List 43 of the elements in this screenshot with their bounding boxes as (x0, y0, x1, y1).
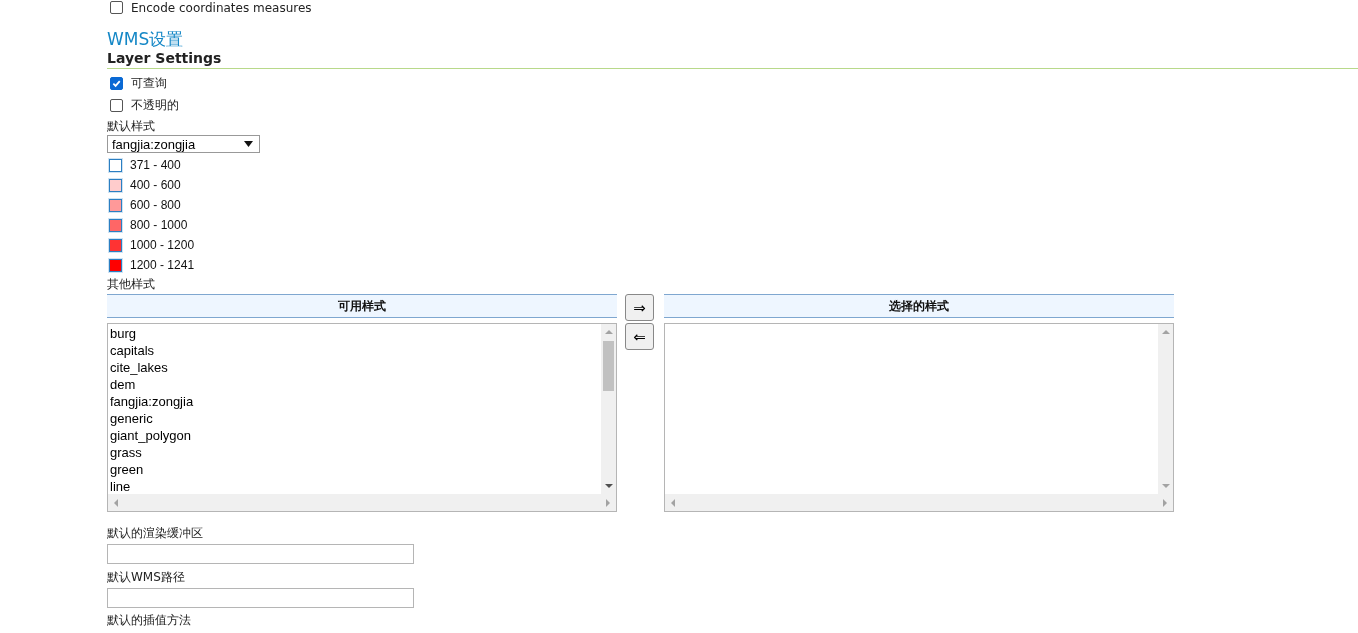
field-label: 默认的插值方法 (107, 612, 192, 628)
field-label: 默认样式 (107, 118, 156, 134)
list-item[interactable]: capitals (110, 342, 599, 359)
field-label: 默认的渲染缓冲区 (107, 525, 204, 542)
input-field[interactable] (107, 544, 414, 564)
list-item[interactable]: dem (110, 376, 599, 393)
list-item[interactable]: grass (110, 444, 599, 461)
list-item[interactable]: line (110, 478, 599, 494)
list-item[interactable]: fangjia:zongjia (110, 393, 599, 410)
style-listbox[interactable] (664, 323, 1174, 512)
list-item[interactable]: giant_polygon (110, 427, 599, 444)
checkbox-label: Encode coordinates measures (131, 0, 312, 15)
legend-label: 800 - 1000 (130, 218, 188, 232)
legend-label: 600 - 800 (130, 198, 181, 212)
checkbox-label: 可查询 (131, 74, 167, 92)
legend-label: 400 - 600 (130, 178, 181, 192)
list-header: 选择的样式 (664, 294, 1174, 318)
legend-label: 371 - 400 (130, 158, 181, 172)
section-title: WMS设置 (107, 29, 185, 49)
horizontal-scrollbar[interactable] (665, 494, 1173, 511)
list-item[interactable]: burg (110, 325, 599, 342)
field-label: 默认WMS路径 (107, 569, 186, 586)
list-item[interactable]: generic (110, 410, 599, 427)
checkbox[interactable] (110, 76, 123, 90)
horizontal-scrollbar[interactable] (108, 494, 616, 511)
checkbox[interactable] (110, 98, 123, 112)
input-field[interactable] (107, 588, 414, 608)
vertical-scrollbar[interactable] (1158, 324, 1173, 494)
move-button[interactable]: ⇒ (625, 294, 654, 321)
legend-label: 1000 - 1200 (130, 238, 195, 252)
subsection-title: Layer Settings (107, 49, 1358, 69)
vertical-scrollbar[interactable] (601, 324, 616, 494)
caret-icon (244, 141, 253, 147)
style-select[interactable]: fangjia:zongjia (107, 135, 260, 153)
legend-label: 1200 - 1241 (130, 258, 195, 272)
checkbox-label: 不透明的 (131, 96, 179, 114)
list-header: 可用样式 (107, 294, 617, 318)
style-listbox[interactable]: burg capitals cite_lakes dem fangjia:zongjia generic giant_polygon grass green line (107, 323, 617, 512)
checkbox[interactable] (110, 1, 123, 14)
move-button[interactable]: ⇐ (625, 323, 654, 350)
field-label: 其他样式 (107, 276, 156, 292)
list-item[interactable]: cite_lakes (110, 359, 599, 376)
list-item[interactable]: green (110, 461, 599, 478)
